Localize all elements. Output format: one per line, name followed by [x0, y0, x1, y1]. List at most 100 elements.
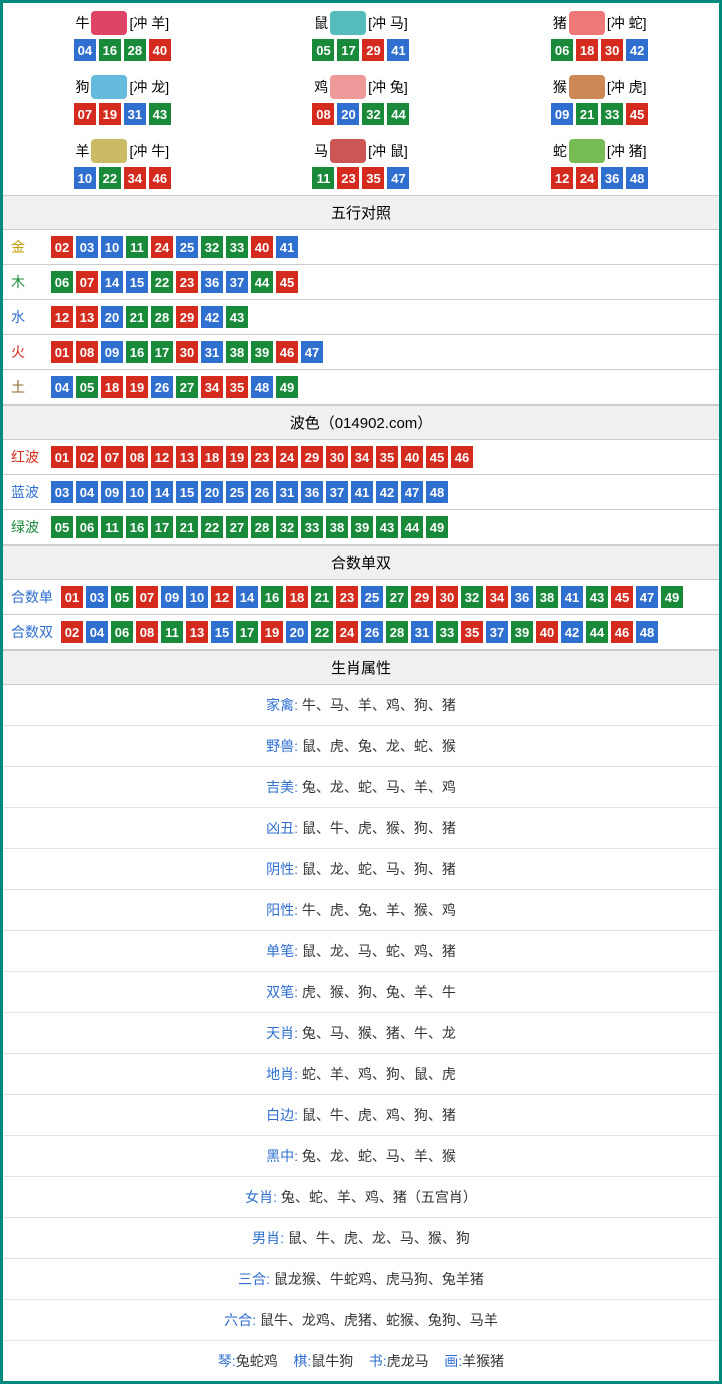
number-ball: 40 [251, 236, 273, 258]
number-ball: 33 [226, 236, 248, 258]
attr-value: 鼠、龙、蛇、马、狗、猪 [302, 861, 456, 877]
section-header-heshu: 合数单双 [3, 545, 719, 580]
number-ball: 22 [151, 271, 173, 293]
number-ball: 47 [636, 586, 658, 608]
ball-row: 08203244 [242, 103, 481, 125]
number-ball: 39 [351, 516, 373, 538]
number-ball: 49 [426, 516, 448, 538]
number-ball: 37 [326, 481, 348, 503]
number-ball: 02 [76, 446, 98, 468]
zodiac-cell: 牛[冲 羊]04162840 [3, 3, 242, 67]
number-ball: 48 [626, 167, 648, 189]
number-ball: 38 [226, 341, 248, 363]
number-ball: 18 [576, 39, 598, 61]
attr-value: 鼠、牛、虎、龙、马、猴、狗 [288, 1230, 470, 1246]
number-ball: 36 [601, 167, 623, 189]
data-row: 合数双0204060811131517192022242628313335373… [3, 615, 719, 650]
attr-value: 兔、马、猴、猪、牛、龙 [302, 1025, 456, 1041]
number-ball: 05 [51, 516, 73, 538]
number-ball: 10 [126, 481, 148, 503]
number-ball: 09 [551, 103, 573, 125]
number-ball: 11 [161, 621, 183, 643]
number-ball: 34 [351, 446, 373, 468]
number-ball: 23 [336, 586, 358, 608]
zodiac-title: 蛇[冲 猪] [480, 139, 719, 163]
attr-key: 阴性: [266, 861, 302, 877]
number-ball: 25 [361, 586, 383, 608]
row-label: 水 [11, 307, 51, 327]
number-ball: 06 [111, 621, 133, 643]
number-ball: 11 [126, 236, 148, 258]
number-ball: 07 [136, 586, 158, 608]
number-ball: 15 [176, 481, 198, 503]
number-ball: 46 [611, 621, 633, 643]
attr-key: 地肖: [266, 1066, 302, 1082]
number-ball: 39 [511, 621, 533, 643]
row-label: 土 [11, 377, 51, 397]
number-ball: 24 [276, 446, 298, 468]
number-ball: 29 [176, 306, 198, 328]
number-ball: 07 [76, 271, 98, 293]
number-ball: 46 [276, 341, 298, 363]
number-ball: 35 [362, 167, 384, 189]
number-ball: 31 [124, 103, 146, 125]
number-ball: 35 [461, 621, 483, 643]
attr-key: 吉美: [266, 779, 302, 795]
ball-list: 02031011242532334041 [51, 236, 298, 258]
attr-row: 六合: 鼠牛、龙鸡、虎猪、蛇猴、兔狗、马羊 [3, 1300, 719, 1341]
number-ball: 04 [74, 39, 96, 61]
number-ball: 10 [101, 236, 123, 258]
number-ball: 12 [551, 167, 573, 189]
number-ball: 29 [301, 446, 323, 468]
zodiac-name: 猴 [553, 77, 567, 97]
number-ball: 17 [236, 621, 258, 643]
footer-value: 虎龙马 [387, 1353, 429, 1369]
number-ball: 17 [337, 39, 359, 61]
zodiac-title: 鼠[冲 马] [242, 11, 481, 35]
number-ball: 28 [386, 621, 408, 643]
ball-row: 11233547 [242, 167, 481, 189]
number-ball: 21 [176, 516, 198, 538]
number-ball: 39 [251, 341, 273, 363]
number-ball: 42 [376, 481, 398, 503]
number-ball: 04 [86, 621, 108, 643]
number-ball: 46 [451, 446, 473, 468]
number-ball: 08 [312, 103, 334, 125]
attr-value: 鼠龙猴、牛蛇鸡、虎马狗、兔羊猪 [274, 1271, 484, 1287]
zodiac-animal-icon [91, 11, 127, 35]
number-ball: 09 [101, 341, 123, 363]
number-ball: 38 [536, 586, 558, 608]
number-ball: 25 [226, 481, 248, 503]
row-label: 合数单 [11, 587, 61, 607]
zodiac-animal-icon [330, 11, 366, 35]
attr-row: 男肖: 鼠、牛、虎、龙、马、猴、狗 [3, 1218, 719, 1259]
number-ball: 16 [261, 586, 283, 608]
number-ball: 22 [201, 516, 223, 538]
ball-row: 09213345 [480, 103, 719, 125]
number-ball: 47 [401, 481, 423, 503]
number-ball: 49 [276, 376, 298, 398]
number-ball: 11 [312, 167, 334, 189]
attr-value: 虎、猴、狗、兔、羊、牛 [302, 984, 456, 1000]
zodiac-name: 马 [314, 141, 328, 161]
attr-row: 凶丑: 鼠、牛、虎、猴、狗、猪 [3, 808, 719, 849]
number-ball: 03 [86, 586, 108, 608]
ball-list: 0108091617303138394647 [51, 341, 323, 363]
number-ball: 05 [312, 39, 334, 61]
ball-row: 12243648 [480, 167, 719, 189]
attr-value: 牛、虎、兔、羊、猴、鸡 [302, 902, 456, 918]
number-ball: 43 [376, 516, 398, 538]
number-ball: 18 [201, 446, 223, 468]
number-ball: 44 [401, 516, 423, 538]
number-ball: 46 [149, 167, 171, 189]
zodiac-cell: 蛇[冲 猪] 12243648 [480, 131, 719, 195]
attr-key: 家禽: [266, 697, 302, 713]
attr-value: 鼠、龙、马、蛇、鸡、猪 [302, 943, 456, 959]
zodiac-clash: [冲 兔] [368, 77, 408, 97]
number-ball: 43 [149, 103, 171, 125]
attr-key: 凶丑: [266, 820, 302, 836]
attr-row: 阳性: 牛、虎、兔、羊、猴、鸡 [3, 890, 719, 931]
attr-row: 阴性: 鼠、龙、蛇、马、狗、猪 [3, 849, 719, 890]
main-frame: 牛[冲 羊]04162840鼠[冲 马]05172941猪[冲 蛇]061830… [0, 0, 722, 1384]
footer-key: 画: [444, 1353, 462, 1369]
